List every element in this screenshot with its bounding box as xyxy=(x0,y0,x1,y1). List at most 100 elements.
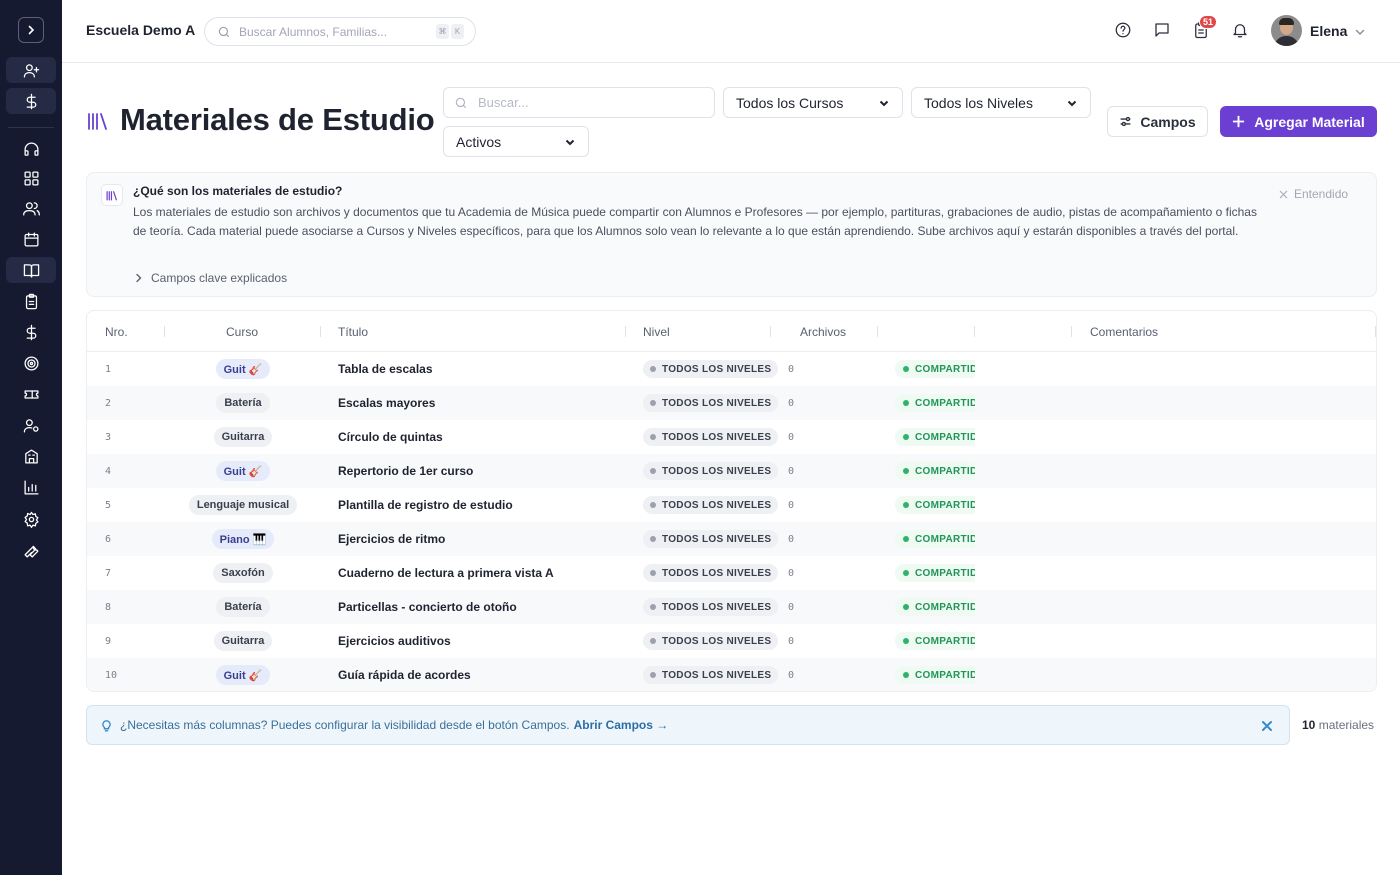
course-cell: Piano 🎹 xyxy=(165,522,321,556)
sidebar-item-calendar[interactable] xyxy=(6,226,56,252)
help-button[interactable] xyxy=(1114,21,1134,41)
column-header-num[interactable]: Nro. xyxy=(105,325,128,339)
status-label: COMPARTID xyxy=(915,465,975,477)
materials-table: Nro. Curso Título Nivel Archivos Comenta… xyxy=(86,310,1377,692)
table-row[interactable]: 4 Guit 🎸 Repertorio de 1er curso TODOS LOS … xyxy=(87,454,1376,488)
school-name[interactable]: Escuela Demo A xyxy=(86,22,195,38)
sidebar-item-staff[interactable] xyxy=(6,412,56,438)
sidebar-item-students[interactable] xyxy=(6,195,56,221)
sidebar-item-tasks[interactable] xyxy=(6,288,56,314)
level-badge: TODOS LOS NIVELES xyxy=(643,530,779,548)
course-badge[interactable]: Batería xyxy=(216,597,270,617)
level-dot xyxy=(650,434,656,440)
course-badge[interactable]: Guit 🎸 xyxy=(215,359,271,379)
dollar-icon xyxy=(26,93,36,109)
status-badge: COMPARTID xyxy=(895,394,975,412)
material-title[interactable]: Escalas mayores xyxy=(338,386,435,420)
course-badge[interactable]: Guitarra xyxy=(213,427,273,447)
status-label: COMPARTID xyxy=(915,635,975,647)
sidebar-divider xyxy=(8,127,54,128)
key-fields-label: Campos clave explicados xyxy=(151,271,288,285)
status-cell: COMPARTID xyxy=(895,590,975,624)
column-divider[interactable] xyxy=(320,326,321,337)
column-header-files[interactable]: Archivos xyxy=(800,325,846,339)
table-header: Nro. Curso Título Nivel Archivos Comenta… xyxy=(87,311,1376,352)
course-badge[interactable]: Saxofón xyxy=(213,563,273,583)
materials-count: 10 materiales xyxy=(1302,718,1374,732)
status-cell: COMPARTID xyxy=(895,420,975,454)
column-divider[interactable] xyxy=(974,326,975,337)
material-title[interactable]: Repertorio de 1er curso xyxy=(338,454,473,488)
table-row[interactable]: 7 Saxofón Cuaderno de lectura a primera vi… xyxy=(87,556,1376,590)
sidebar-item-support[interactable] xyxy=(6,136,56,162)
column-divider[interactable] xyxy=(625,326,626,337)
column-divider[interactable] xyxy=(877,326,878,337)
files-count: 0 xyxy=(788,499,795,511)
sidebar-item-goals[interactable] xyxy=(6,350,56,376)
add-material-button[interactable]: Agregar Material xyxy=(1220,106,1377,137)
files-count: 0 xyxy=(788,635,795,647)
sidebar-item-billing[interactable] xyxy=(6,319,56,345)
course-cell: Guit 🎸 xyxy=(165,454,321,488)
table-row[interactable]: 9 Guitarra Ejercicios auditivos TODOS LOS N… xyxy=(87,624,1376,658)
sidebar-item-events[interactable] xyxy=(6,381,56,407)
sidebar-item-reports[interactable] xyxy=(6,474,56,500)
column-divider[interactable] xyxy=(1375,326,1376,337)
material-title[interactable]: Círculo de quintas xyxy=(338,420,443,454)
course-badge[interactable]: Guit 🎸 xyxy=(215,461,271,481)
chevron-down-icon[interactable] xyxy=(1354,26,1366,38)
course-badge[interactable]: Piano 🎹 xyxy=(211,529,275,549)
column-header-course[interactable]: Curso xyxy=(226,325,258,339)
materials-search-input[interactable]: Buscar... xyxy=(443,87,715,118)
open-fields-link[interactable]: Abrir Campos → xyxy=(574,718,669,732)
material-title[interactable]: Cuaderno de lectura a primera vista A xyxy=(338,556,554,590)
material-title[interactable]: Tabla de escalas xyxy=(338,352,433,386)
courses-filter-select[interactable]: Todos los Cursos xyxy=(723,87,903,118)
column-header-title[interactable]: Título xyxy=(338,325,368,339)
table-row[interactable]: 8 Batería Particellas - concierto de otoño… xyxy=(87,590,1376,624)
material-title[interactable]: Ejercicios auditivos xyxy=(338,624,451,658)
course-badge[interactable]: Guit 🎸 xyxy=(215,665,271,685)
column-divider[interactable] xyxy=(770,326,771,337)
material-title[interactable]: Particellas - concierto de otoño xyxy=(338,590,517,624)
table-row[interactable]: 3 Guitarra Círculo de quintas TODOS LOS NIV… xyxy=(87,420,1376,454)
material-title[interactable]: Guía rápida de acordes xyxy=(338,658,471,691)
messages-button[interactable] xyxy=(1153,21,1173,41)
sidebar-item-payments[interactable] xyxy=(6,88,56,114)
sidebar-expand-button[interactable] xyxy=(18,17,44,43)
table-row[interactable]: 1 Guit 🎸 Tabla de escalas TODOS LOS NIVELES… xyxy=(87,352,1376,386)
status-label: COMPARTID xyxy=(915,363,975,375)
column-divider[interactable] xyxy=(164,326,165,337)
hint-close-button[interactable] xyxy=(1261,719,1273,737)
avatar[interactable] xyxy=(1271,15,1302,46)
table-row[interactable]: 2 Batería Escalas mayores TODOS LOS NIVELES… xyxy=(87,386,1376,420)
sidebar-item-settings[interactable] xyxy=(6,506,56,532)
status-filter-select[interactable]: Activos xyxy=(443,126,589,157)
material-title[interactable]: Plantilla de registro de estudio xyxy=(338,488,513,522)
course-cell: Guitarra xyxy=(165,624,321,658)
notifications-button[interactable] xyxy=(1231,21,1251,41)
table-row[interactable]: 6 Piano 🎹 Ejercicios de ritmo TODOS LOS NIV… xyxy=(87,522,1376,556)
global-search-input[interactable]: Buscar Alumnos, Familias... ⌘ K xyxy=(204,17,476,46)
sidebar-item-add-student[interactable] xyxy=(6,57,56,83)
table-row[interactable]: 5 Lenguaje musical Plantilla de registro d… xyxy=(87,488,1376,522)
sidebar-item-materials[interactable] xyxy=(6,257,56,283)
info-dismiss-button[interactable]: Entendido xyxy=(1279,187,1348,201)
sidebar-item-locations[interactable] xyxy=(6,443,56,469)
fields-button[interactable]: Campos xyxy=(1107,106,1208,137)
sidebar-item-dashboard[interactable] xyxy=(6,165,56,191)
key-fields-toggle[interactable]: Campos clave explicados xyxy=(135,271,287,285)
sidebar-item-tools[interactable] xyxy=(6,537,56,563)
levels-filter-select[interactable]: Todos los Niveles xyxy=(911,87,1091,118)
course-badge[interactable]: Batería xyxy=(216,393,270,413)
column-header-level[interactable]: Nivel xyxy=(643,325,670,339)
material-title[interactable]: Ejercicios de ritmo xyxy=(338,522,445,556)
dashboard-icon xyxy=(23,170,39,186)
table-row[interactable]: 10 Guit 🎸 Guía rápida de acordes TODOS LOS … xyxy=(87,658,1376,691)
column-header-comments[interactable]: Comentarios xyxy=(1090,325,1158,339)
column-divider[interactable] xyxy=(1071,326,1072,337)
user-name[interactable]: Elena xyxy=(1310,23,1347,39)
course-badge[interactable]: Guitarra xyxy=(213,631,273,651)
files-count: 0 xyxy=(788,465,795,477)
course-badge[interactable]: Lenguaje musical xyxy=(188,495,298,515)
